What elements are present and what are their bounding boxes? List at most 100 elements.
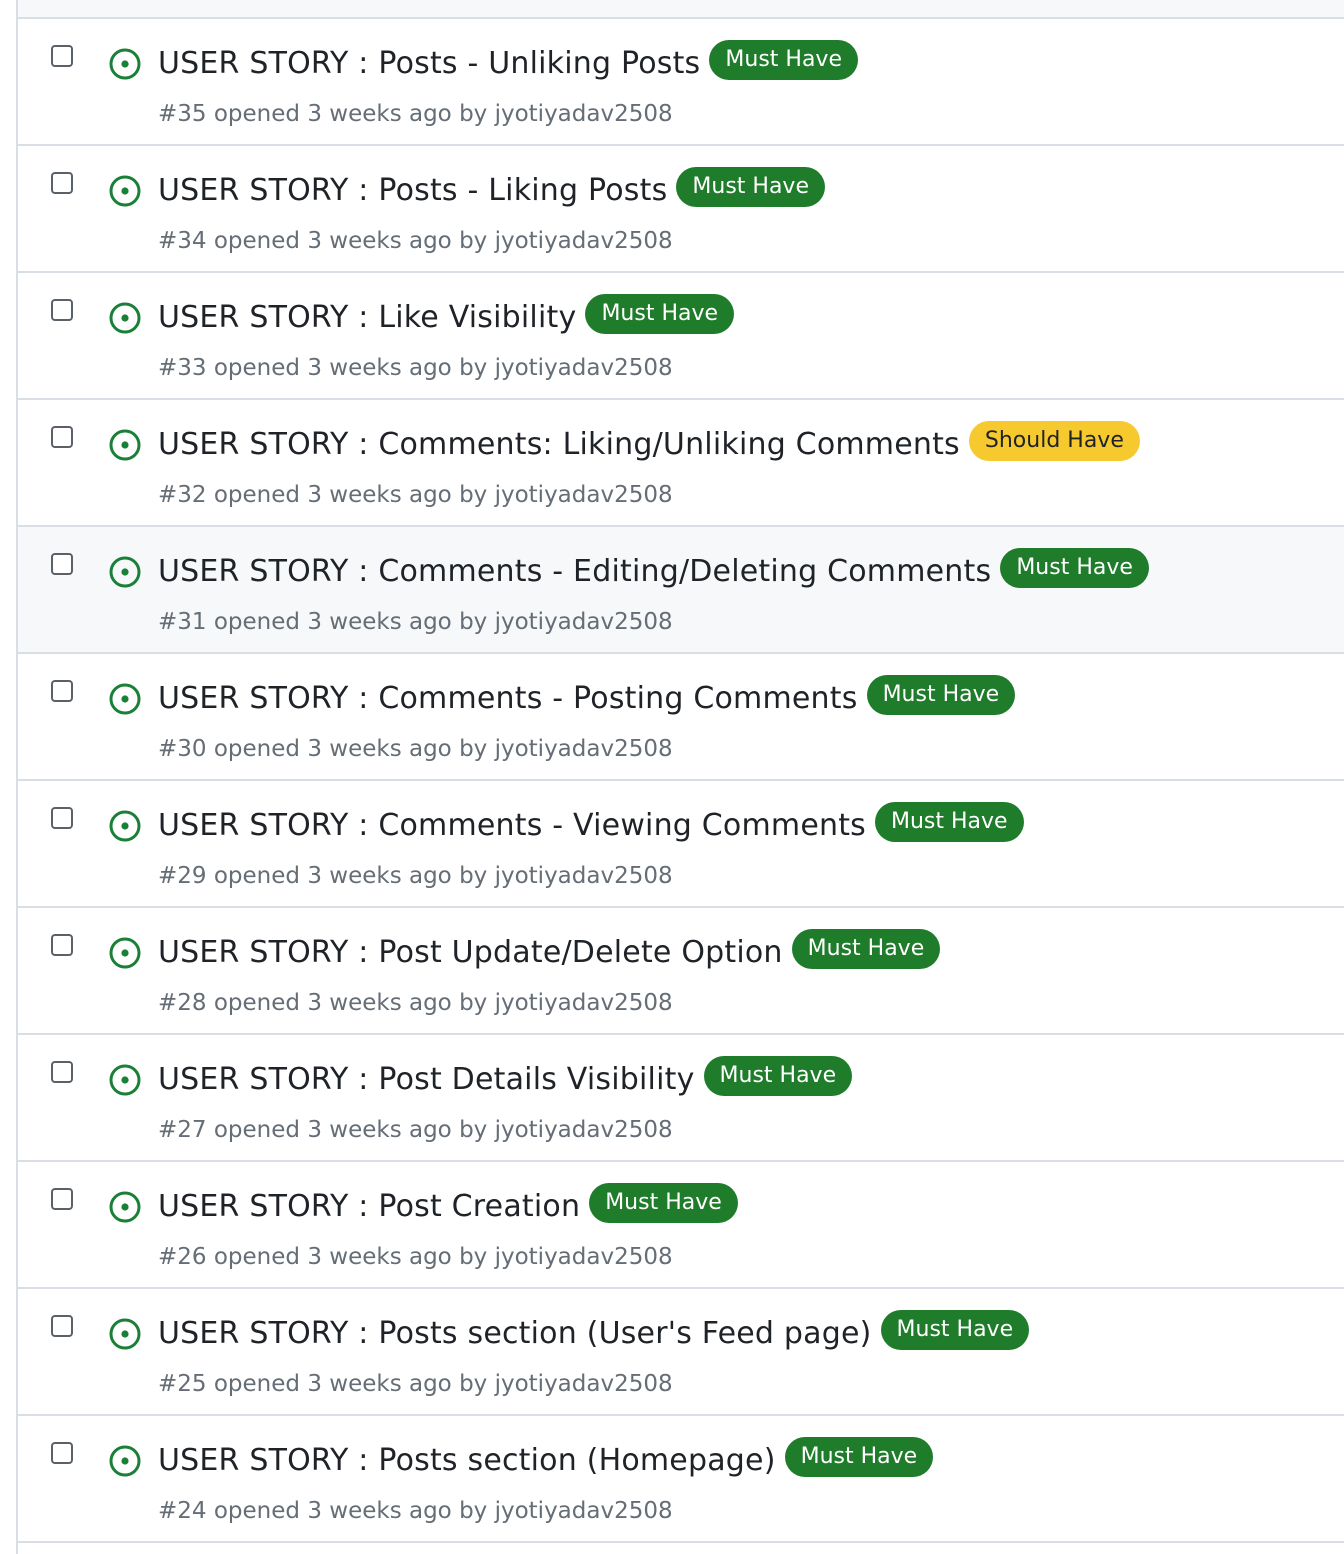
issue-title-line: USER STORY : Posts - Liking Posts Must H… <box>158 167 825 211</box>
issue-opened-text: opened 3 weeks ago by <box>213 609 488 635</box>
issue-title-line: USER STORY : Comments - Viewing Comments… <box>158 802 1024 846</box>
select-checkbox[interactable] <box>51 807 73 829</box>
issue-row[interactable]: USER STORY : Comments: Liking/Unliking C… <box>18 400 1344 527</box>
issue-author-link[interactable]: jyotiyadav2508 <box>495 863 673 889</box>
issue-number: #25 <box>158 1371 207 1397</box>
issue-title-link[interactable]: USER STORY : Post Creation <box>158 1187 580 1227</box>
issue-author-link[interactable]: jyotiyadav2508 <box>495 101 673 127</box>
issue-row[interactable]: USER STORY : Posts - Liking Posts Must H… <box>18 146 1344 273</box>
issue-open-icon <box>109 556 141 588</box>
issue-number: #26 <box>158 1244 207 1270</box>
label-badge[interactable]: Must Have <box>784 1437 934 1477</box>
issue-author-link[interactable]: jyotiyadav2508 <box>495 990 673 1016</box>
issue-row[interactable]: USER STORY : Posts section (Homepage) Mu… <box>18 1416 1344 1543</box>
select-checkbox[interactable] <box>51 1188 73 1210</box>
issue-title-line: USER STORY : Comments - Editing/Deleting… <box>158 548 1149 592</box>
issue-open-icon <box>109 48 141 80</box>
issue-number: #35 <box>158 101 207 127</box>
select-checkbox[interactable] <box>51 680 73 702</box>
issue-title-line: USER STORY : Posts - Unliking Posts Must… <box>158 40 858 84</box>
issue-author-link[interactable]: jyotiyadav2508 <box>495 482 673 508</box>
issue-title-line: USER STORY : Comments: Liking/Unliking C… <box>158 421 1140 465</box>
issue-title-link[interactable]: USER STORY : Post Details Visibility <box>158 1060 695 1100</box>
issue-opened-text: opened 3 weeks ago by <box>213 228 488 254</box>
label-badge[interactable]: Must Have <box>585 294 735 334</box>
label-badge[interactable]: Must Have <box>791 929 941 969</box>
issue-author-link[interactable]: jyotiyadav2508 <box>495 228 673 254</box>
label-badge[interactable]: Must Have <box>709 40 858 80</box>
issue-title-line: USER STORY : Post Update/Delete Option M… <box>158 929 941 973</box>
issue-meta: #28 opened 3 weeks ago by jyotiyadav2508 <box>158 990 673 1016</box>
issue-title-link[interactable]: USER STORY : Comments: Liking/Unliking C… <box>158 425 960 465</box>
issue-open-icon <box>109 937 141 969</box>
issue-title-line: USER STORY : Post Details Visibility Mus… <box>158 1056 853 1100</box>
label-badge[interactable]: Must Have <box>676 167 825 207</box>
issue-number: #30 <box>158 736 207 762</box>
issue-row[interactable]: USER STORY : Post Details Visibility Mus… <box>18 1035 1344 1162</box>
issue-number: #29 <box>158 863 207 889</box>
issue-open-icon <box>109 302 141 334</box>
select-checkbox[interactable] <box>51 299 73 321</box>
issue-row[interactable]: USER STORY : Comments - Posting Comments… <box>18 654 1344 781</box>
issue-open-icon <box>109 1445 141 1477</box>
label-badge[interactable]: Should Have <box>968 421 1140 461</box>
issue-open-icon <box>109 1064 141 1096</box>
issue-meta: #25 opened 3 weeks ago by jyotiyadav2508 <box>158 1371 673 1397</box>
issue-title-link[interactable]: USER STORY : Like Visibility <box>158 298 576 338</box>
select-checkbox[interactable] <box>51 1061 73 1083</box>
issue-open-icon <box>109 175 141 207</box>
select-checkbox[interactable] <box>51 934 73 956</box>
select-checkbox[interactable] <box>51 426 73 448</box>
issue-row[interactable]: USER STORY : Comments - Viewing Comments… <box>18 781 1344 908</box>
issue-author-link[interactable]: jyotiyadav2508 <box>495 736 673 762</box>
issue-meta: #30 opened 3 weeks ago by jyotiyadav2508 <box>158 736 673 762</box>
select-checkbox[interactable] <box>51 1315 73 1337</box>
issue-title-link[interactable]: USER STORY : Posts - Liking Posts <box>158 171 667 211</box>
select-checkbox[interactable] <box>51 553 73 575</box>
issue-opened-text: opened 3 weeks ago by <box>213 1244 488 1270</box>
issue-author-link[interactable]: jyotiyadav2508 <box>495 1117 673 1143</box>
issue-title-line: USER STORY : Like Visibility Must Have <box>158 294 735 338</box>
issue-opened-text: opened 3 weeks ago by <box>213 1371 488 1397</box>
issue-author-link[interactable]: jyotiyadav2508 <box>495 355 673 381</box>
label-badge[interactable]: Must Have <box>866 675 1016 715</box>
issue-open-icon <box>109 683 141 715</box>
issue-opened-text: opened 3 weeks ago by <box>213 736 488 762</box>
issue-title-link[interactable]: USER STORY : Comments - Viewing Comments <box>158 806 866 846</box>
issue-open-icon <box>109 429 141 461</box>
label-badge[interactable]: Must Have <box>875 802 1024 842</box>
label-badge[interactable]: Must Have <box>1000 548 1149 588</box>
label-badge[interactable]: Must Have <box>880 1310 1030 1350</box>
select-checkbox[interactable] <box>51 1442 73 1464</box>
issue-author-link[interactable]: jyotiyadav2508 <box>495 609 673 635</box>
label-badge[interactable]: Must Have <box>703 1056 853 1096</box>
issue-row[interactable]: USER STORY : Post Creation Must Have #26… <box>18 1162 1344 1289</box>
issue-number: #24 <box>158 1498 207 1524</box>
issue-opened-text: opened 3 weeks ago by <box>213 1498 488 1524</box>
label-badge[interactable]: Must Have <box>589 1183 738 1223</box>
issue-author-link[interactable]: jyotiyadav2508 <box>495 1244 673 1270</box>
issue-number: #34 <box>158 228 207 254</box>
issue-row[interactable]: USER STORY : Comments - Editing/Deleting… <box>18 527 1344 654</box>
issue-row[interactable]: USER STORY : Posts section (User's Feed … <box>18 1289 1344 1416</box>
issue-list: USER STORY : Posts - Unliking Posts Must… <box>16 0 1344 1554</box>
select-checkbox[interactable] <box>51 172 73 194</box>
issue-row[interactable]: USER STORY : Like Visibility Must Have #… <box>18 273 1344 400</box>
issue-title-link[interactable]: USER STORY : Posts section (Homepage) <box>158 1441 776 1481</box>
issue-title-link[interactable]: USER STORY : Comments - Editing/Deleting… <box>158 552 991 592</box>
issue-row[interactable]: USER STORY : Posts - Unliking Posts Must… <box>18 19 1344 146</box>
issue-opened-text: opened 3 weeks ago by <box>213 482 488 508</box>
issue-row[interactable]: USER STORY : Post Update/Delete Option M… <box>18 908 1344 1035</box>
issue-title-link[interactable]: USER STORY : Comments - Posting Comments <box>158 679 858 719</box>
issue-meta: #33 opened 3 weeks ago by jyotiyadav2508 <box>158 355 673 381</box>
issue-meta: #24 opened 3 weeks ago by jyotiyadav2508 <box>158 1498 673 1524</box>
issue-author-link[interactable]: jyotiyadav2508 <box>495 1498 673 1524</box>
issue-title-link[interactable]: USER STORY : Posts - Unliking Posts <box>158 44 700 84</box>
select-checkbox[interactable] <box>51 45 73 67</box>
issue-title-link[interactable]: USER STORY : Post Update/Delete Option <box>158 933 783 973</box>
issue-meta: #27 opened 3 weeks ago by jyotiyadav2508 <box>158 1117 673 1143</box>
issue-number: #27 <box>158 1117 207 1143</box>
issue-title-line: USER STORY : Comments - Posting Comments… <box>158 675 1016 719</box>
issue-author-link[interactable]: jyotiyadav2508 <box>495 1371 673 1397</box>
issue-title-link[interactable]: USER STORY : Posts section (User's Feed … <box>158 1314 872 1354</box>
